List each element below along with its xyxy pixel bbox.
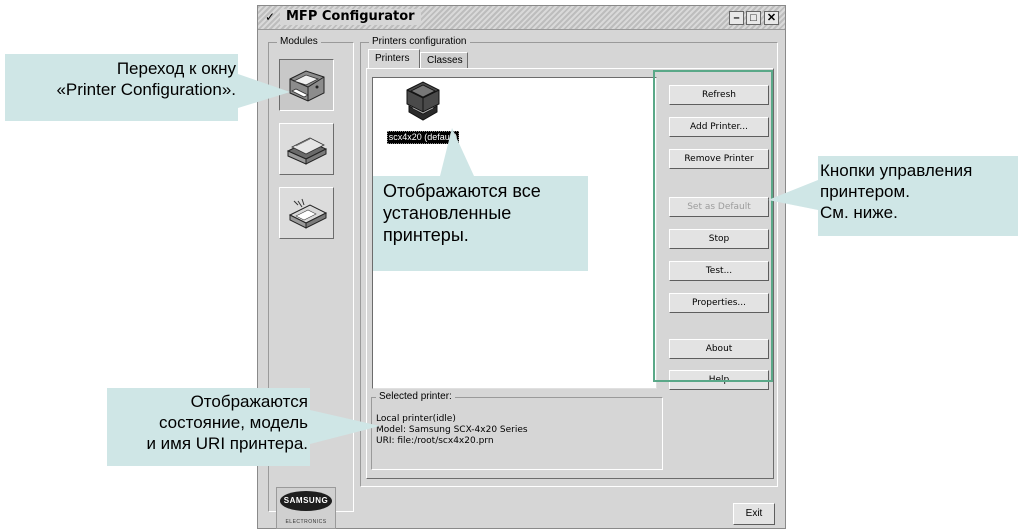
tab-classes[interactable]: Classes <box>420 52 468 69</box>
selected-printer-legend: Selected printer: <box>376 390 455 404</box>
maximize-icon[interactable]: □ <box>746 11 761 25</box>
printer-label: scx4x20 (default) <box>386 131 460 144</box>
port-icon <box>288 198 327 229</box>
printer-module-button[interactable] <box>279 59 334 111</box>
scanner-module-button[interactable] <box>279 123 334 175</box>
port-module-button[interactable] <box>279 187 334 239</box>
printer-uri: URI: file:/root/scx4x20.prn <box>376 436 494 446</box>
printers-callout-line-1: Отображаются все <box>383 181 541 201</box>
title-bar[interactable]: ✓ MFP Configurator – □ ✕ <box>258 6 785 30</box>
set-as-default-button[interactable]: Set as Default <box>669 197 769 217</box>
printer-control-buttons: Refresh Add Printer... Remove Printer Se… <box>659 75 775 390</box>
chevron-down-icon[interactable]: ✓ <box>262 10 278 24</box>
modules-callout-line-2: «Printer Configuration». <box>56 80 236 99</box>
printer-status: Local printer(idle) <box>376 414 456 424</box>
modules-legend: Modules <box>277 35 321 49</box>
refresh-button[interactable]: Refresh <box>669 85 769 105</box>
properties-button[interactable]: Properties... <box>669 293 769 313</box>
samsung-logo-text: SAMSUNG <box>280 491 332 511</box>
buttons-callout-line-2: принтером. <box>820 182 910 201</box>
printer-model: Model: Samsung SCX-4x20 Series <box>376 425 528 435</box>
buttons-callout-line-1: Кнопки управления <box>820 161 973 180</box>
buttons-callout: Кнопки управления принтером. См. ниже. <box>818 156 1018 236</box>
scanner-icon <box>286 137 327 165</box>
about-button[interactable]: About <box>669 339 769 359</box>
add-printer-button[interactable]: Add Printer... <box>669 117 769 137</box>
printer-item[interactable]: scx4x20 (default) <box>378 80 468 145</box>
status-callout: Отображаются состояние, модель и имя URI… <box>107 388 310 466</box>
buttons-callout-line-3: См. ниже. <box>820 203 898 222</box>
tab-printers[interactable]: Printers <box>368 49 420 69</box>
printers-callout-line-3: принтеры. <box>383 225 469 245</box>
stop-button[interactable]: Stop <box>669 229 769 249</box>
modules-callout-line-1: Переход к окну <box>116 59 236 78</box>
close-icon[interactable]: ✕ <box>764 11 779 25</box>
samsung-logo-subtext: ELECTRONICS <box>285 519 327 525</box>
help-button[interactable]: Help <box>669 370 769 390</box>
printers-tab-panel: scx4x20 (default) Refresh Add Printer...… <box>366 68 774 479</box>
test-button[interactable]: Test... <box>669 261 769 281</box>
modules-callout: Переход к окну «Printer Configuration». <box>5 54 238 121</box>
printers-callout-line-2: установленные <box>383 203 512 223</box>
samsung-logo: SAMSUNG ELECTRONICS <box>276 487 336 529</box>
status-callout-line-2: состояние, модель <box>158 413 308 432</box>
minimize-icon[interactable]: – <box>729 11 744 25</box>
printers-callout: Отображаются все установленные принтеры. <box>373 176 588 271</box>
selected-printer-box: Selected printer: Local printer(idle) Mo… <box>371 390 663 470</box>
status-callout-line-1: Отображаются <box>190 392 308 411</box>
status-callout-line-3: и имя URI принтера. <box>146 434 308 453</box>
window-title: MFP Configurator <box>280 9 421 25</box>
exit-button[interactable]: Exit <box>733 503 775 525</box>
printers-configuration-legend: Printers configuration <box>369 35 470 49</box>
remove-printer-button[interactable]: Remove Printer <box>669 149 769 169</box>
printer-icon <box>289 70 324 102</box>
printer-icon <box>406 81 440 121</box>
